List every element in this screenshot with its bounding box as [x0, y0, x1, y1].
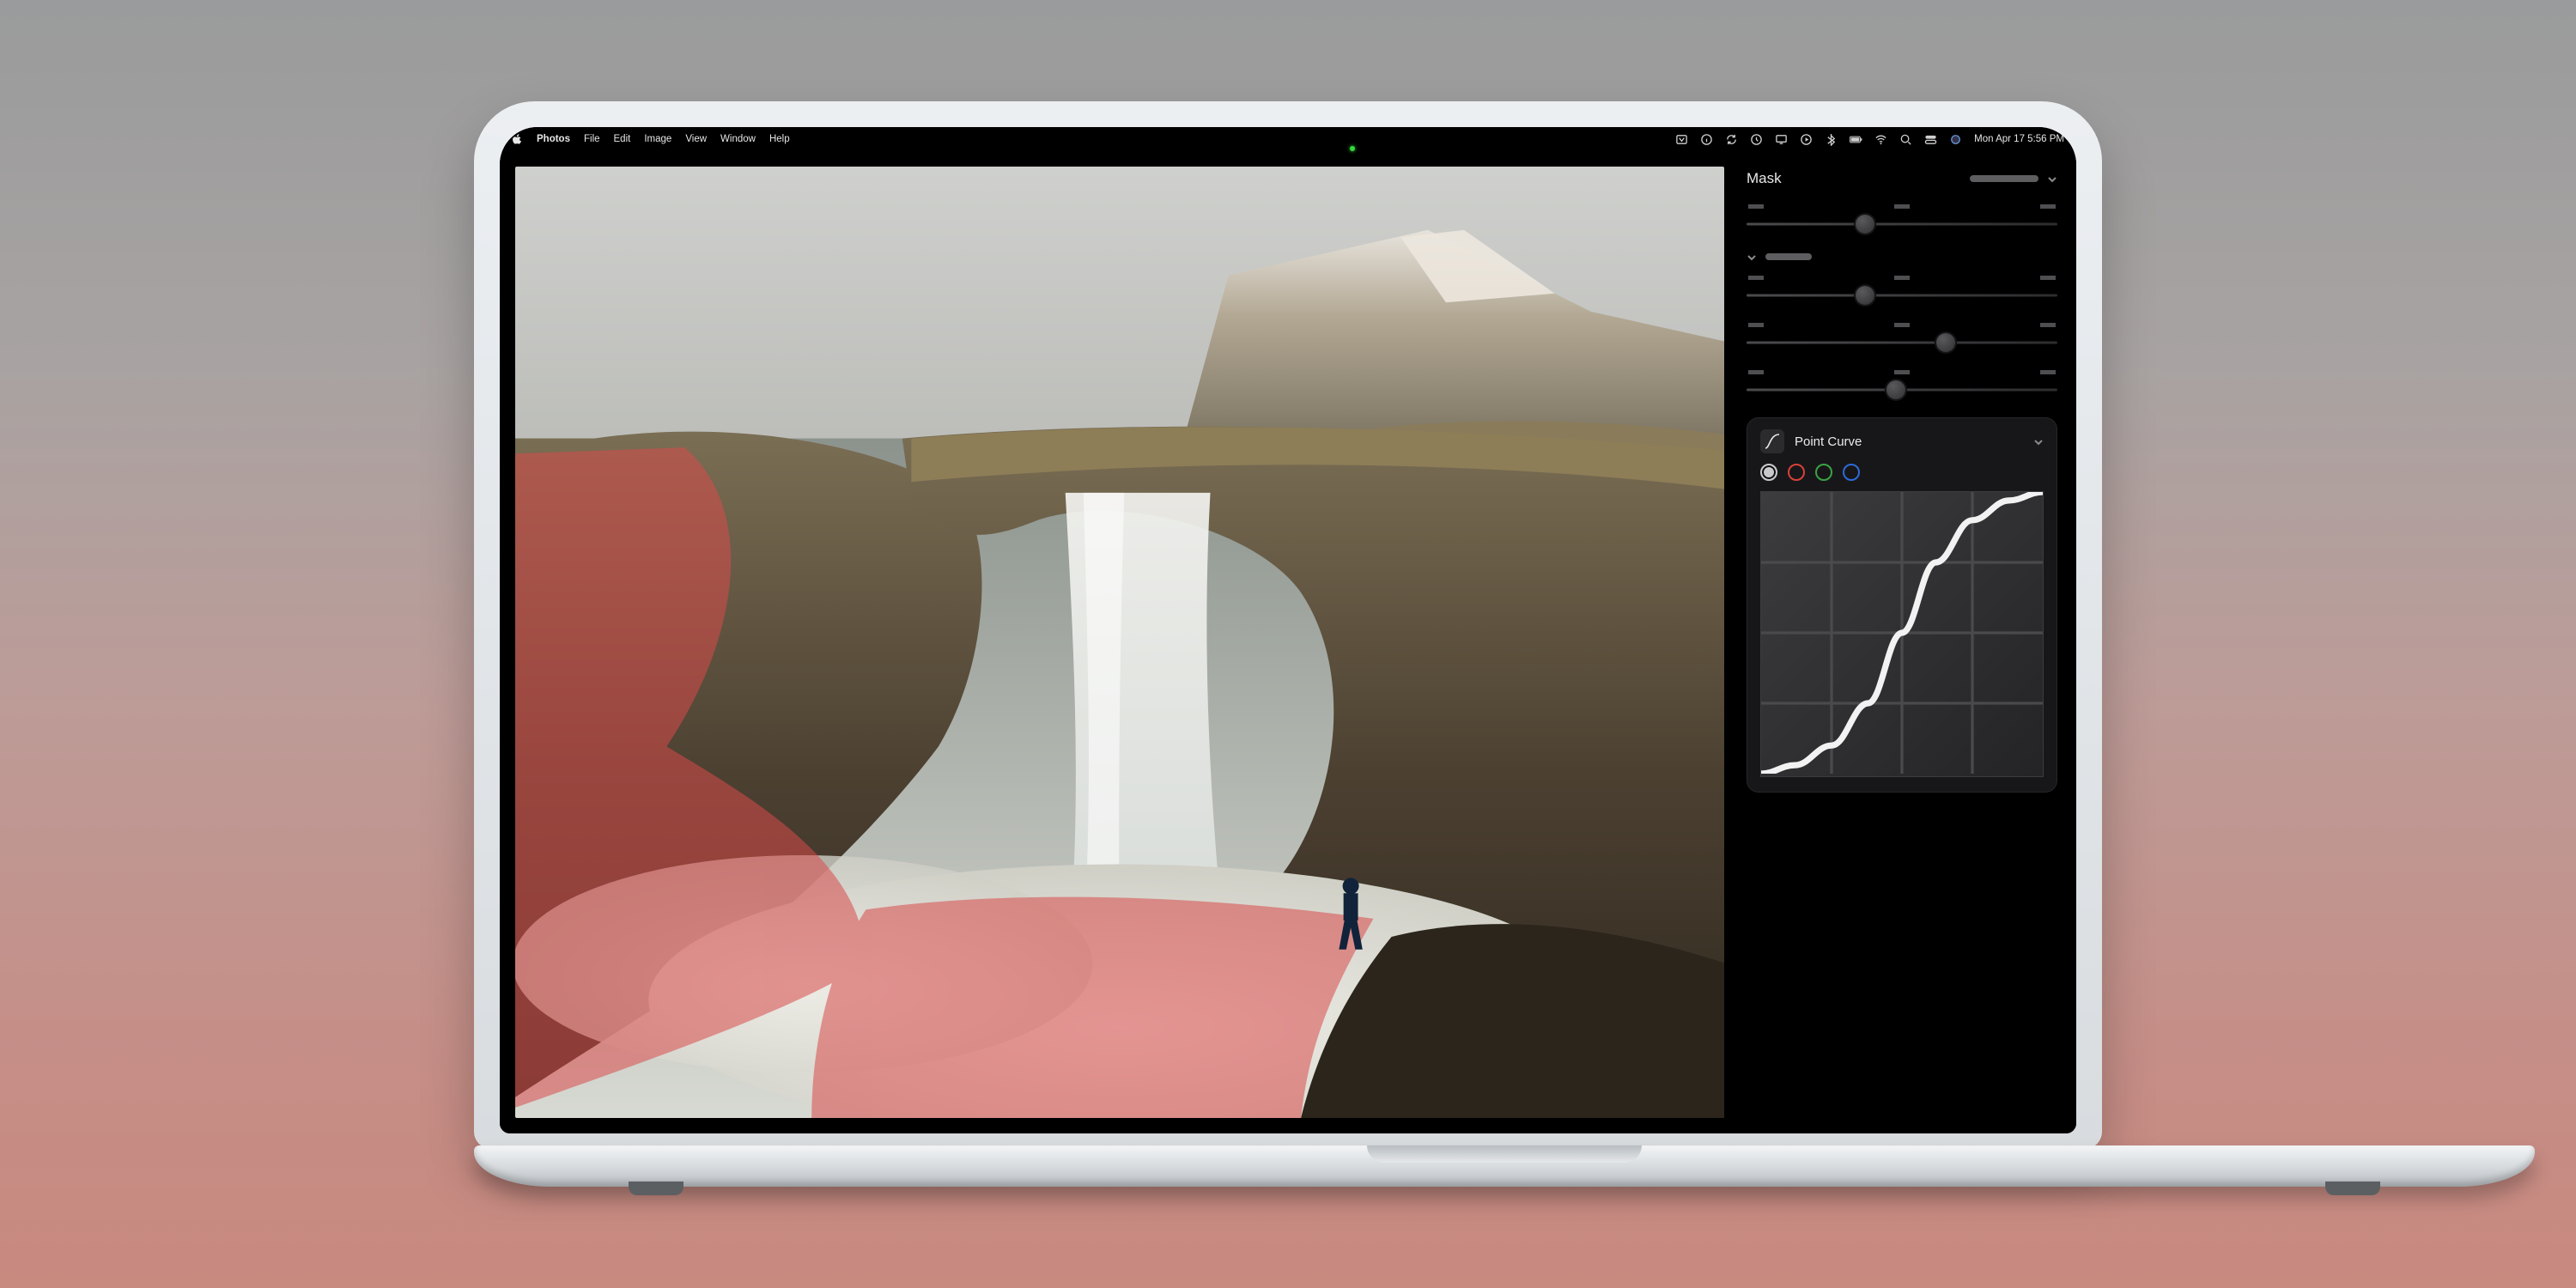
- wifi-icon[interactable]: [1874, 133, 1887, 146]
- chevron-down-icon[interactable]: [2033, 436, 2044, 447]
- mask-preset-pill[interactable]: [1970, 175, 2038, 182]
- channel-luma[interactable]: [1760, 464, 1777, 481]
- menu-window[interactable]: Window: [720, 134, 756, 144]
- slider-ticks: [1748, 276, 2056, 280]
- mask-title: Mask: [1747, 170, 1782, 187]
- laptop-foot: [629, 1182, 683, 1195]
- apple-menu-icon[interactable]: [512, 134, 523, 145]
- menu-edit[interactable]: Edit: [614, 134, 631, 144]
- point-curve-icon: [1760, 429, 1784, 453]
- bluetooth-icon[interactable]: [1825, 133, 1838, 146]
- adjustments-sidebar: Mask: [1735, 151, 2076, 1133]
- mask-slider-4[interactable]: [1747, 378, 2057, 402]
- chevron-down-icon[interactable]: [2047, 173, 2057, 184]
- point-curve-panel: Point Curve: [1747, 417, 2057, 793]
- laptop-screen-frame: Photos File Edit Image View Window Help: [474, 101, 2102, 1149]
- laptop-base: [474, 1145, 2535, 1187]
- menubar-clock[interactable]: Mon Apr 17 5:56 PM: [1974, 134, 2064, 144]
- status-icon-display[interactable]: [1775, 133, 1788, 146]
- status-icon-timemachine[interactable]: [1750, 133, 1763, 146]
- screen-bezel: Photos File Edit Image View Window Help: [500, 127, 2076, 1133]
- status-icon-1[interactable]: [1675, 133, 1688, 146]
- siri-icon[interactable]: [1949, 133, 1962, 146]
- laptop-foot: [2325, 1182, 2380, 1195]
- spotlight-icon[interactable]: [1899, 133, 1912, 146]
- mask-slider-2[interactable]: [1747, 283, 2057, 307]
- menu-file[interactable]: File: [584, 134, 600, 144]
- menu-view[interactable]: View: [685, 134, 707, 144]
- mask-subsection-header[interactable]: [1747, 252, 2057, 262]
- channel-red[interactable]: [1788, 464, 1805, 481]
- laptop-mockup: Photos File Edit Image View Window Help: [474, 101, 2102, 1187]
- app-name[interactable]: Photos: [537, 134, 570, 144]
- status-icon-info[interactable]: [1700, 133, 1713, 146]
- control-center-icon[interactable]: [1924, 133, 1937, 146]
- mask-panel-header[interactable]: Mask: [1747, 170, 2057, 187]
- battery-icon[interactable]: [1850, 133, 1862, 146]
- status-icon-play[interactable]: [1800, 133, 1813, 146]
- subsection-pill: [1765, 253, 1812, 260]
- mask-slider-1[interactable]: [1747, 212, 2057, 236]
- slider-ticks: [1748, 323, 2056, 327]
- curve-channel-picker: [1760, 464, 2044, 481]
- menu-image[interactable]: Image: [644, 134, 671, 144]
- app-window: Mask: [500, 151, 2076, 1133]
- channel-green[interactable]: [1815, 464, 1832, 481]
- channel-blue[interactable]: [1843, 464, 1860, 481]
- point-curve-title: Point Curve: [1795, 434, 1862, 449]
- camera-notch: [1202, 127, 1374, 148]
- photo-canvas[interactable]: [515, 167, 1724, 1118]
- menu-help[interactable]: Help: [769, 134, 790, 144]
- camera-led: [1350, 146, 1355, 151]
- slider-ticks: [1748, 370, 2056, 374]
- chevron-down-icon: [1747, 252, 1757, 262]
- slider-ticks: [1748, 204, 2056, 209]
- status-icon-sync[interactable]: [1725, 133, 1738, 146]
- mask-slider-3[interactable]: [1747, 331, 2057, 355]
- curve-editor[interactable]: [1760, 491, 2044, 777]
